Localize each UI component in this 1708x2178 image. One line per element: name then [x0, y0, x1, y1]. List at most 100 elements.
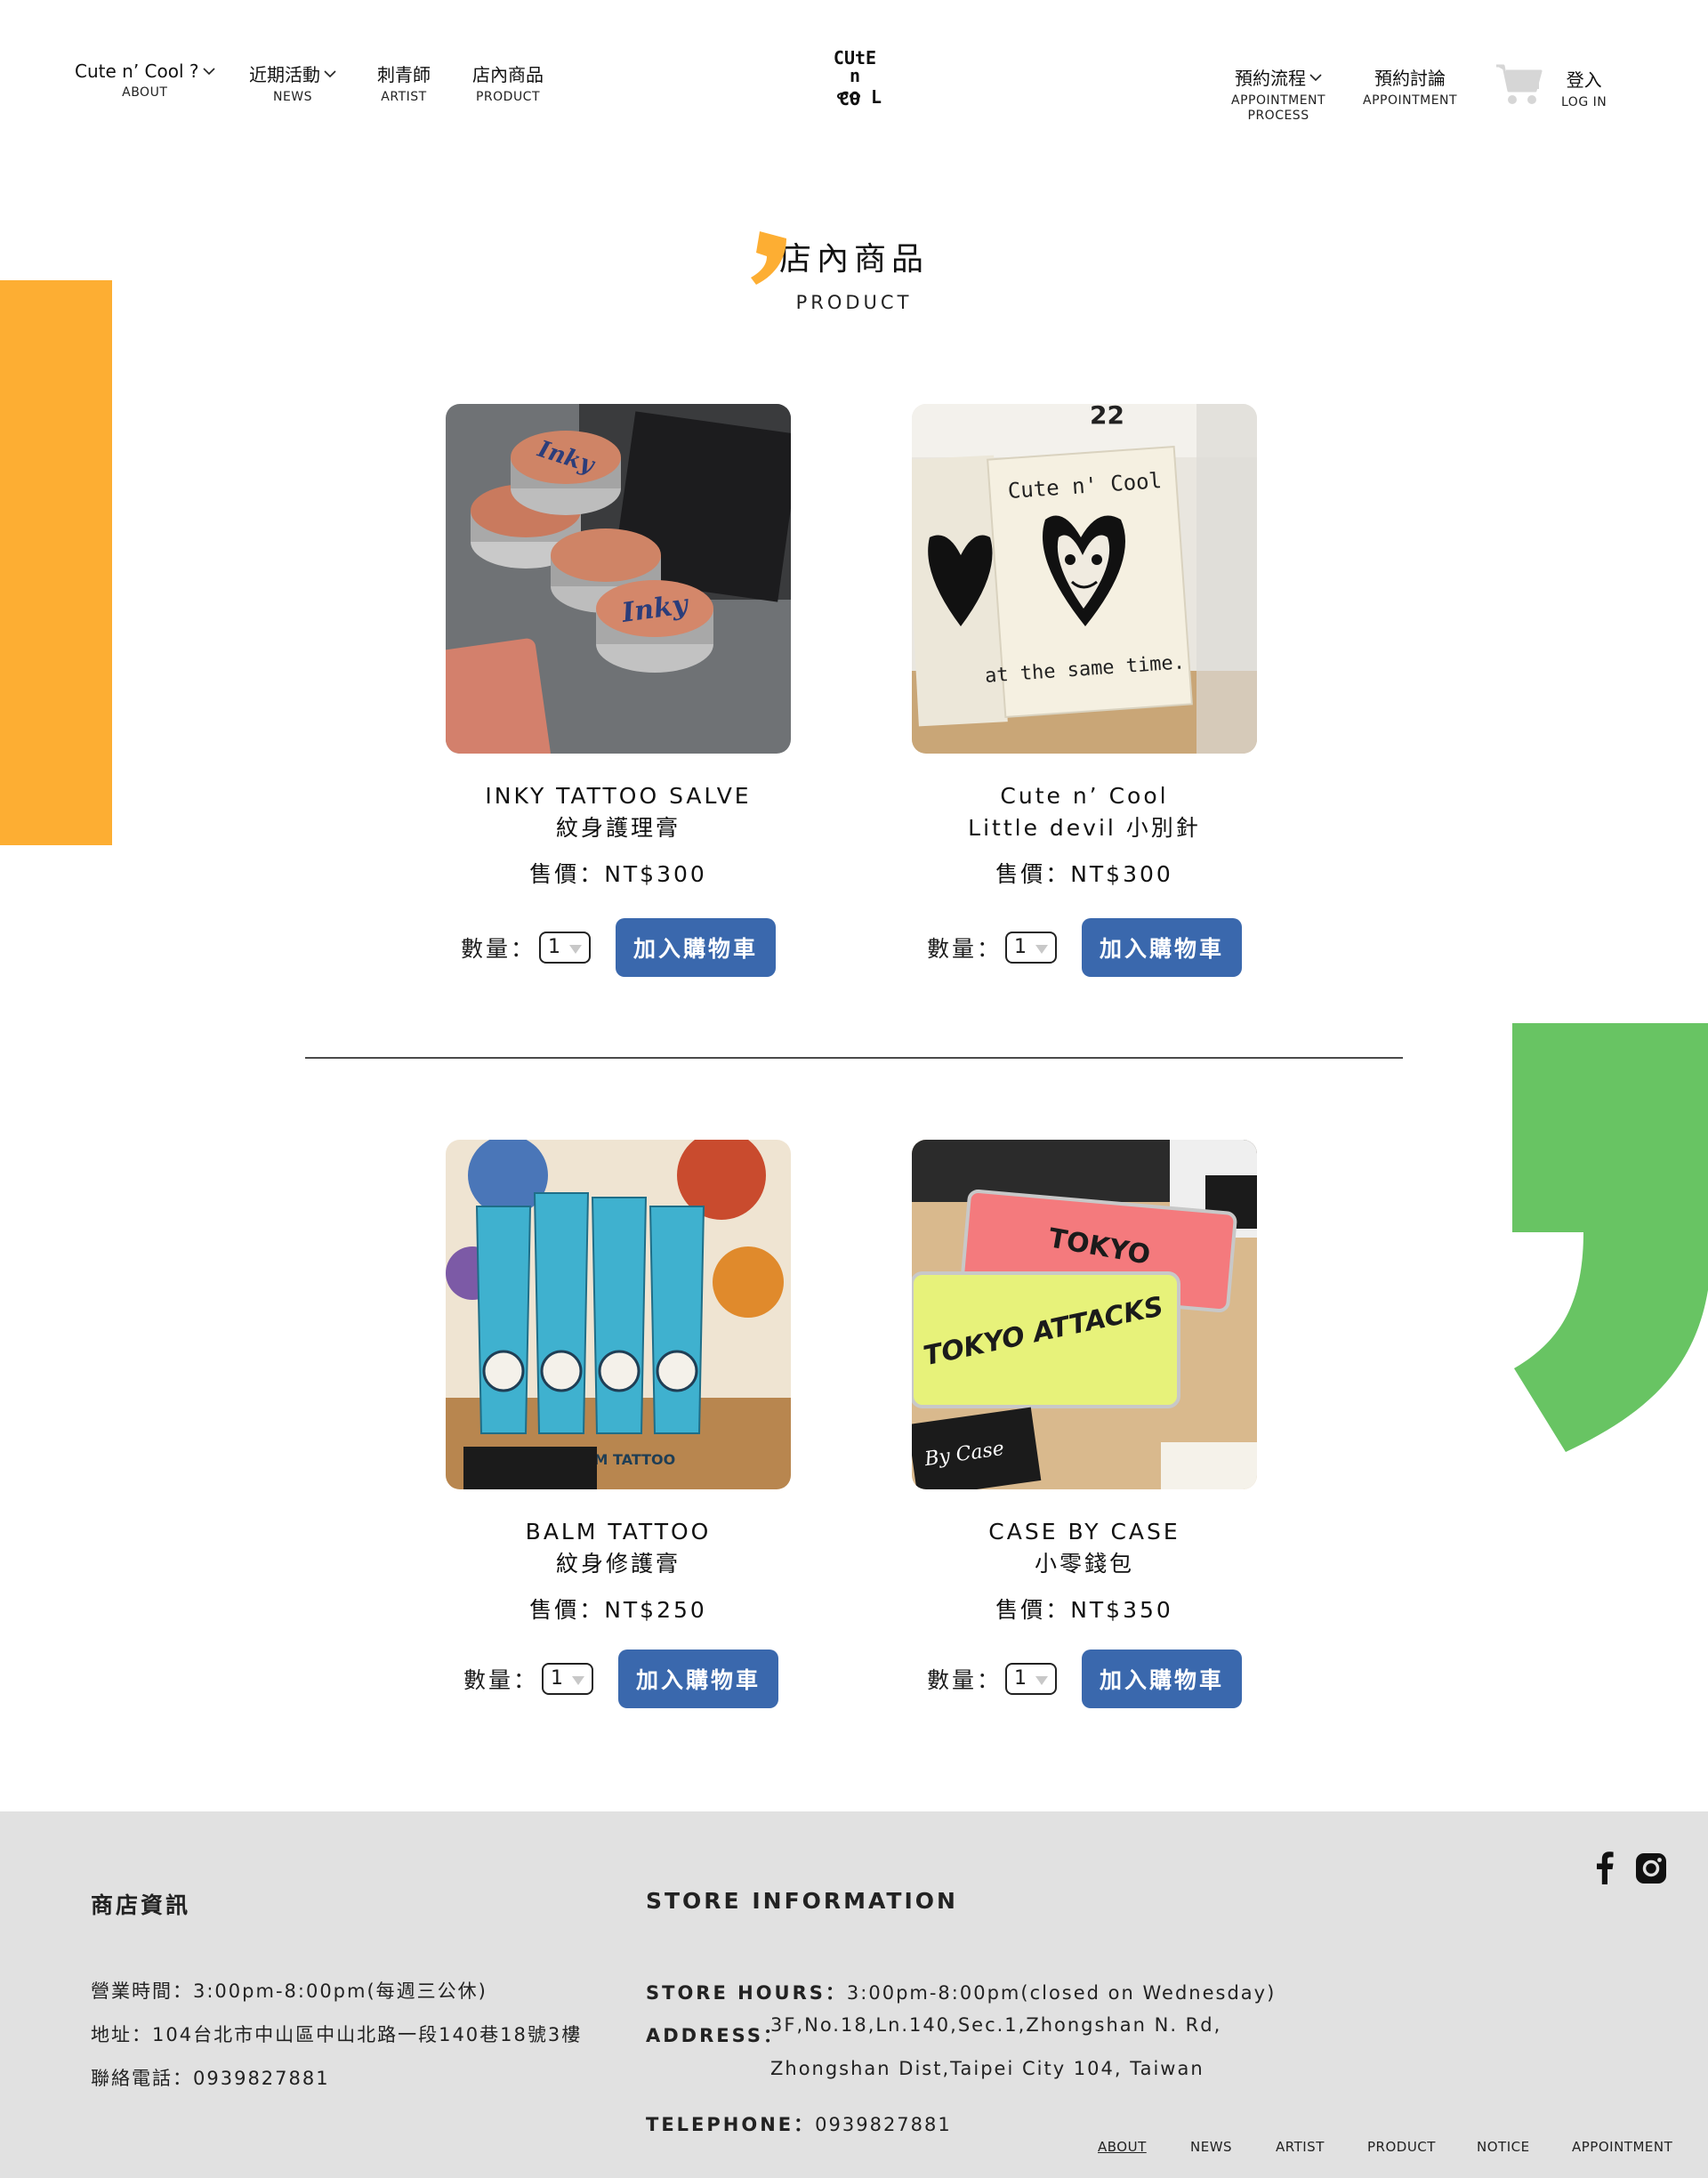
nav-about-sub: ABOUT	[122, 85, 168, 100]
nav-artist-label: 刺青師	[377, 64, 431, 85]
product-name-zh: 紋身護理膏	[555, 815, 681, 841]
page-subtitle: PRODUCT	[795, 292, 913, 313]
telephone-en: TELEPHONE：0939827881	[646, 2110, 952, 2137]
site-logo[interactable]: CUtE n CO L	[823, 44, 887, 116]
product-actions: 數量： 1 加入購物車	[448, 1650, 794, 1708]
product-card: TOKYO TOKYO ATTACKS By Case CASE BY CASE…	[912, 1140, 1257, 1625]
footer-link-artist[interactable]: ARTIST	[1276, 2139, 1325, 2155]
salve-tins-photo: Inky Inky	[446, 404, 791, 754]
quantity-select[interactable]: 1	[1005, 932, 1057, 964]
login-sub: LOG IN	[1561, 95, 1607, 109]
devil-pin-photo: 22 Cute n' Cool at the same time.	[912, 404, 1257, 754]
product-card: BALM TATTOO BALM TATTOO 紋身修護膏 售價：NT$250	[446, 1140, 791, 1625]
orange-comma-icon	[750, 231, 786, 285]
nav-news[interactable]: 近期活動 NEWS	[249, 60, 336, 105]
nav-process-sub2: PROCESS	[1247, 109, 1309, 123]
hours-value: 3:00pm-8:00pm(closed on Wednesday)	[846, 1982, 1277, 2004]
product-name-zh: Little devil 小別針	[968, 815, 1201, 841]
dropdown-arrow-icon	[1035, 945, 1048, 954]
product-name-zh: 小零錢包	[1034, 1551, 1134, 1577]
footer-link-about[interactable]: ABOUT	[1098, 2139, 1147, 2155]
cute-n-cool-logo: CUtE n CO L	[834, 47, 882, 109]
nav-product[interactable]: 店內商品 PRODUCT	[472, 60, 544, 105]
product-actions: 數量： 1 加入購物車	[912, 1650, 1257, 1708]
nav-news-label: 近期活動	[249, 64, 320, 85]
dropdown-arrow-icon	[1035, 1676, 1048, 1685]
nav-product-sub: PRODUCT	[475, 90, 541, 104]
product-price: 售價：NT$350	[995, 1597, 1173, 1623]
product-card: 22 Cute n' Cool at the same time. Cute n…	[912, 404, 1257, 889]
qty-value: 1	[1014, 1667, 1027, 1690]
product-name: INKY TATTOO SALVE	[485, 783, 752, 809]
chevron-down-icon	[1309, 73, 1322, 81]
footer-link-notice[interactable]: NOTICE	[1477, 2139, 1530, 2155]
page-title: 店內商品	[778, 241, 929, 278]
qty-value: 1	[548, 936, 560, 958]
coin-purse-photo: TOKYO TOKYO ATTACKS By Case	[912, 1140, 1257, 1489]
product-image[interactable]: BALM TATTOO	[446, 1140, 791, 1489]
store-address-zh: 地址：104台北市中山區中山北路一段140巷18號3樓	[91, 2024, 583, 2045]
cart-button[interactable]	[1494, 60, 1543, 107]
hours-label: STORE HOURS：	[646, 1982, 847, 2004]
logo-line2: n	[850, 65, 860, 86]
product-image[interactable]: TOKYO TOKYO ATTACKS By Case	[912, 1140, 1257, 1489]
quantity-select[interactable]: 1	[1005, 1663, 1057, 1695]
add-to-cart-button[interactable]: 加入購物車	[616, 918, 777, 977]
footer-link-product[interactable]: PRODUCT	[1367, 2139, 1436, 2155]
address-label: ADDRESS：	[646, 2025, 785, 2046]
nav-artist[interactable]: 刺青師 ARTIST	[377, 60, 431, 105]
qty-value: 1	[1014, 936, 1027, 958]
qty-label: 數量：	[926, 1667, 1002, 1693]
nav-process-label: 預約流程	[1235, 68, 1307, 89]
nav-appointment-process[interactable]: 預約流程 APPOINTMENT PROCESS	[1231, 64, 1325, 124]
green-comma-decoration	[1512, 1023, 1708, 1452]
product-image[interactable]: 22 Cute n' Cool at the same time.	[912, 404, 1257, 754]
add-to-cart-button[interactable]: 加入購物車	[1082, 1650, 1243, 1708]
logo-line4: L	[871, 86, 882, 108]
quantity-select[interactable]: 1	[539, 932, 591, 964]
store-info-heading-en: STORE INFORMATION	[646, 1888, 958, 1914]
qty-value: 1	[551, 1667, 563, 1690]
product-price: 售價：NT$250	[529, 1597, 707, 1623]
address-line1-en: 3F,No.18,Ln.140,Sec.1,Zhongshan N. Rd,	[770, 2014, 1222, 2036]
product-name: Cute n’ Cool	[1000, 783, 1169, 809]
orange-accent-bar	[0, 280, 112, 845]
dropdown-arrow-icon	[572, 1676, 584, 1685]
quantity-select[interactable]: 1	[542, 1663, 593, 1695]
login-link[interactable]: 登入 LOG IN	[1561, 66, 1607, 110]
nav-appointment[interactable]: 預約討論 APPOINTMENT	[1363, 64, 1457, 109]
footer-link-news[interactable]: NEWS	[1190, 2139, 1232, 2155]
balm-tubes-photo: BALM TATTOO	[446, 1140, 791, 1489]
facebook-icon[interactable]	[1596, 1851, 1614, 1884]
add-to-cart-button[interactable]: 加入購物車	[618, 1650, 779, 1708]
nav-product-label: 店內商品	[472, 64, 544, 85]
product-image[interactable]: Inky Inky	[446, 404, 791, 754]
product-name-zh: 紋身修護膏	[555, 1551, 681, 1577]
add-to-cart-button[interactable]: 加入購物車	[1082, 918, 1243, 977]
dropdown-arrow-icon	[569, 945, 582, 954]
store-hours-en: STORE HOURS：3:00pm-8:00pm(closed on Wedn…	[646, 1979, 1276, 2005]
qty-label: 數量：	[463, 1667, 538, 1693]
chevron-down-icon	[202, 68, 215, 76]
nav-artist-sub: ARTIST	[381, 90, 427, 104]
product-price: 售價：NT$300	[529, 861, 707, 887]
page-heading: 店內商品 PRODUCT	[0, 231, 1708, 313]
nav-news-sub: NEWS	[272, 90, 313, 104]
telephone-label: TELEPHONE：	[646, 2114, 816, 2135]
instagram-icon[interactable]	[1635, 1852, 1667, 1884]
telephone-value: 0939827881	[815, 2114, 952, 2135]
section-divider	[305, 1057, 1403, 1059]
product-card: Inky Inky INKY TATTOO SALVE 紋身護理膏 售價：NT$…	[446, 404, 791, 889]
product-actions: 數量： 1 加入購物車	[912, 918, 1257, 977]
footer-link-appointment[interactable]: APPOINTMENT	[1572, 2139, 1672, 2155]
site-header: Cute n’ Cool ? ABOUT 近期活動 NEWS 刺青師 ARTIS…	[0, 0, 1708, 142]
address-label-en: ADDRESS：	[646, 2021, 785, 2048]
nav-appointment-sub: APPOINTMENT	[1363, 93, 1458, 108]
svg-text:22: 22	[1090, 404, 1124, 430]
login-label: 登入	[1566, 69, 1602, 91]
store-hours-zh: 營業時間：3:00pm-8:00pm(每週三公休)	[91, 1980, 487, 2002]
nav-about[interactable]: Cute n’ Cool ? ABOUT	[75, 60, 215, 101]
product-price: 售價：NT$300	[995, 861, 1173, 887]
nav-appointment-label: 預約討論	[1374, 68, 1446, 89]
nav-process-sub1: APPOINTMENT	[1231, 93, 1326, 108]
